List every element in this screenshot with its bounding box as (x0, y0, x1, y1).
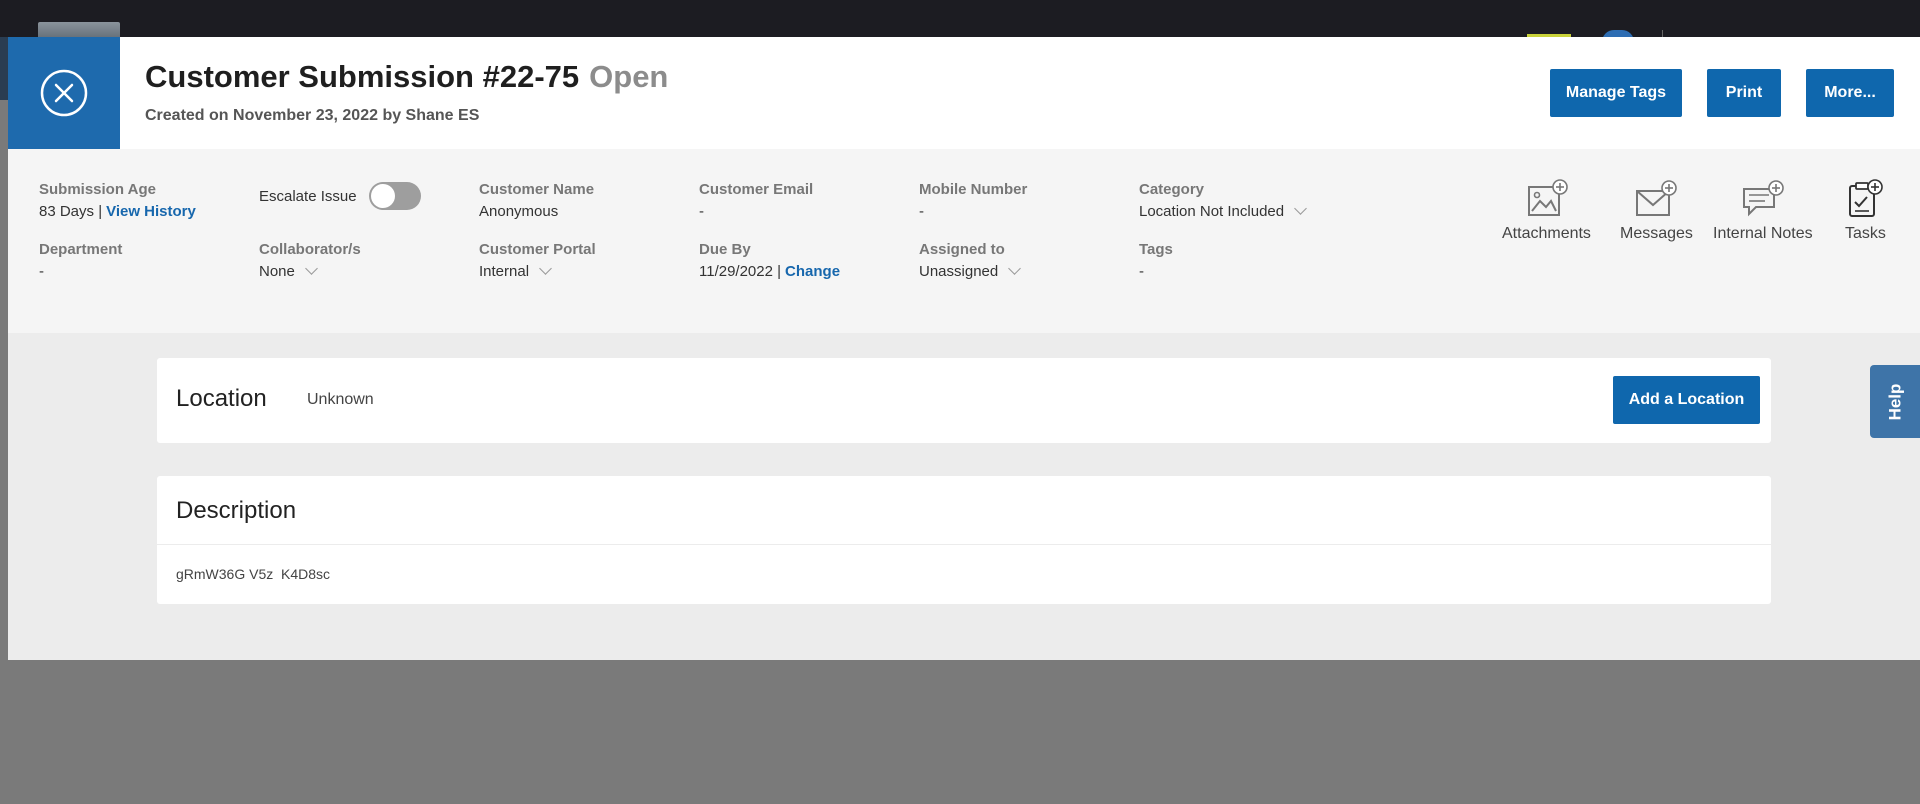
submission-modal: Customer Submission #22-75 Open Created o… (8, 37, 1920, 660)
help-tab[interactable]: Help (1870, 365, 1920, 438)
category-label: Category (1139, 181, 1205, 198)
escalate-field: Escalate Issue (259, 182, 421, 210)
mobile-number-value: - (919, 203, 924, 220)
assigned-to-value: Unassigned (919, 263, 999, 280)
collaborators-dropdown[interactable]: None (259, 262, 361, 281)
status-label: Open (589, 59, 669, 94)
location-card: Location Unknown Add a Location (157, 358, 1771, 443)
customer-email-field: Customer Email - (699, 180, 813, 221)
page-title: Customer Submission #22-75 Open (145, 59, 668, 95)
submission-age-value: 83 Days | (39, 203, 103, 220)
tags-label: Tags (1139, 241, 1173, 258)
tasks-tool[interactable]: Tasks (1845, 179, 1886, 243)
customer-portal-dropdown[interactable]: Internal (479, 262, 596, 281)
customer-email-value: - (699, 203, 704, 220)
messages-tool[interactable]: Messages (1620, 179, 1693, 243)
customer-name-value: Anonymous (479, 203, 559, 220)
submission-age-field: Submission Age 83 Days | View History (39, 180, 196, 221)
manage-tags-button[interactable]: Manage Tags (1550, 69, 1682, 117)
description-text: gRmW36G V5z K4D8sc (176, 566, 331, 582)
envelope-add-icon (1636, 180, 1678, 216)
description-title: Description (176, 497, 297, 524)
department-value: - (39, 263, 44, 280)
due-by-label: Due By (699, 241, 751, 258)
collaborators-field: Collaborator/s None (259, 240, 361, 281)
note-bubble-icon (1742, 180, 1784, 217)
location-value: Unknown (307, 391, 374, 408)
location-title: Location (176, 385, 267, 412)
more-button[interactable]: More... (1806, 69, 1894, 117)
background-top-bar (0, 0, 1920, 37)
customer-portal-field: Customer Portal Internal (479, 240, 596, 281)
chevron-down-icon (304, 262, 318, 275)
assigned-to-dropdown[interactable]: Unassigned (919, 262, 1022, 281)
help-label: Help (1885, 383, 1904, 420)
add-location-button[interactable]: Add a Location (1613, 376, 1760, 424)
divider (157, 544, 1771, 545)
mobile-number-label: Mobile Number (919, 181, 1028, 198)
background-left-strip (0, 37, 8, 100)
due-by-value: 11/29/2022 | (699, 263, 782, 280)
description-card: Description gRmW36G V5z K4D8sc (157, 476, 1771, 604)
submission-title: Customer Submission #22-75 (145, 59, 580, 94)
created-info: Created on November 23, 2022 by Shane ES (145, 107, 480, 124)
assigned-to-field: Assigned to Unassigned (919, 240, 1022, 281)
messages-label: Messages (1620, 225, 1693, 242)
modal-header: Customer Submission #22-75 Open Created o… (8, 37, 1920, 149)
mobile-number-field: Mobile Number - (919, 180, 1027, 221)
escalate-toggle[interactable] (368, 182, 421, 210)
tasks-label: Tasks (1845, 225, 1886, 242)
chevron-down-icon (1008, 262, 1022, 275)
category-field: Category Location Not Included (1139, 180, 1307, 221)
customer-portal-value: Internal (479, 263, 530, 280)
attachments-label: Attachments (1502, 225, 1591, 242)
close-button[interactable] (8, 37, 120, 149)
department-label: Department (39, 241, 123, 258)
internal-notes-label: Internal Notes (1713, 225, 1813, 242)
details-panel: Submission Age 83 Days | View History Esc… (8, 149, 1920, 333)
collaborators-value: None (259, 263, 295, 280)
department-field: Department - (39, 240, 122, 281)
toggle-knob (370, 184, 395, 208)
attachments-tool[interactable]: Attachments (1502, 179, 1591, 243)
due-by-field: Due By 11/29/2022 | Change (699, 240, 840, 281)
internal-notes-tool[interactable]: Internal Notes (1713, 179, 1813, 243)
tags-field: Tags - (1139, 240, 1173, 281)
view-history-link[interactable]: View History (106, 202, 196, 221)
customer-portal-label: Customer Portal (479, 241, 596, 258)
customer-name-label: Customer Name (479, 181, 595, 198)
collaborators-label: Collaborator/s (259, 241, 361, 258)
attachment-image-icon (1528, 179, 1569, 216)
print-button[interactable]: Print (1707, 69, 1781, 117)
change-due-date-link[interactable]: Change (785, 262, 840, 281)
assigned-to-label: Assigned to (919, 241, 1005, 258)
submission-age-label: Submission Age (39, 181, 156, 198)
clipboard-check-icon (1849, 179, 1884, 217)
escalate-label: Escalate Issue (259, 187, 357, 205)
tags-value: - (1139, 263, 1144, 280)
category-value: Location Not Included (1139, 203, 1285, 220)
customer-email-label: Customer Email (699, 181, 814, 198)
category-dropdown[interactable]: Location Not Included (1139, 202, 1307, 221)
customer-name-field: Customer Name Anonymous (479, 180, 594, 221)
chevron-down-icon (1294, 202, 1307, 215)
chevron-down-icon (539, 262, 552, 275)
close-circle-icon (40, 69, 88, 117)
